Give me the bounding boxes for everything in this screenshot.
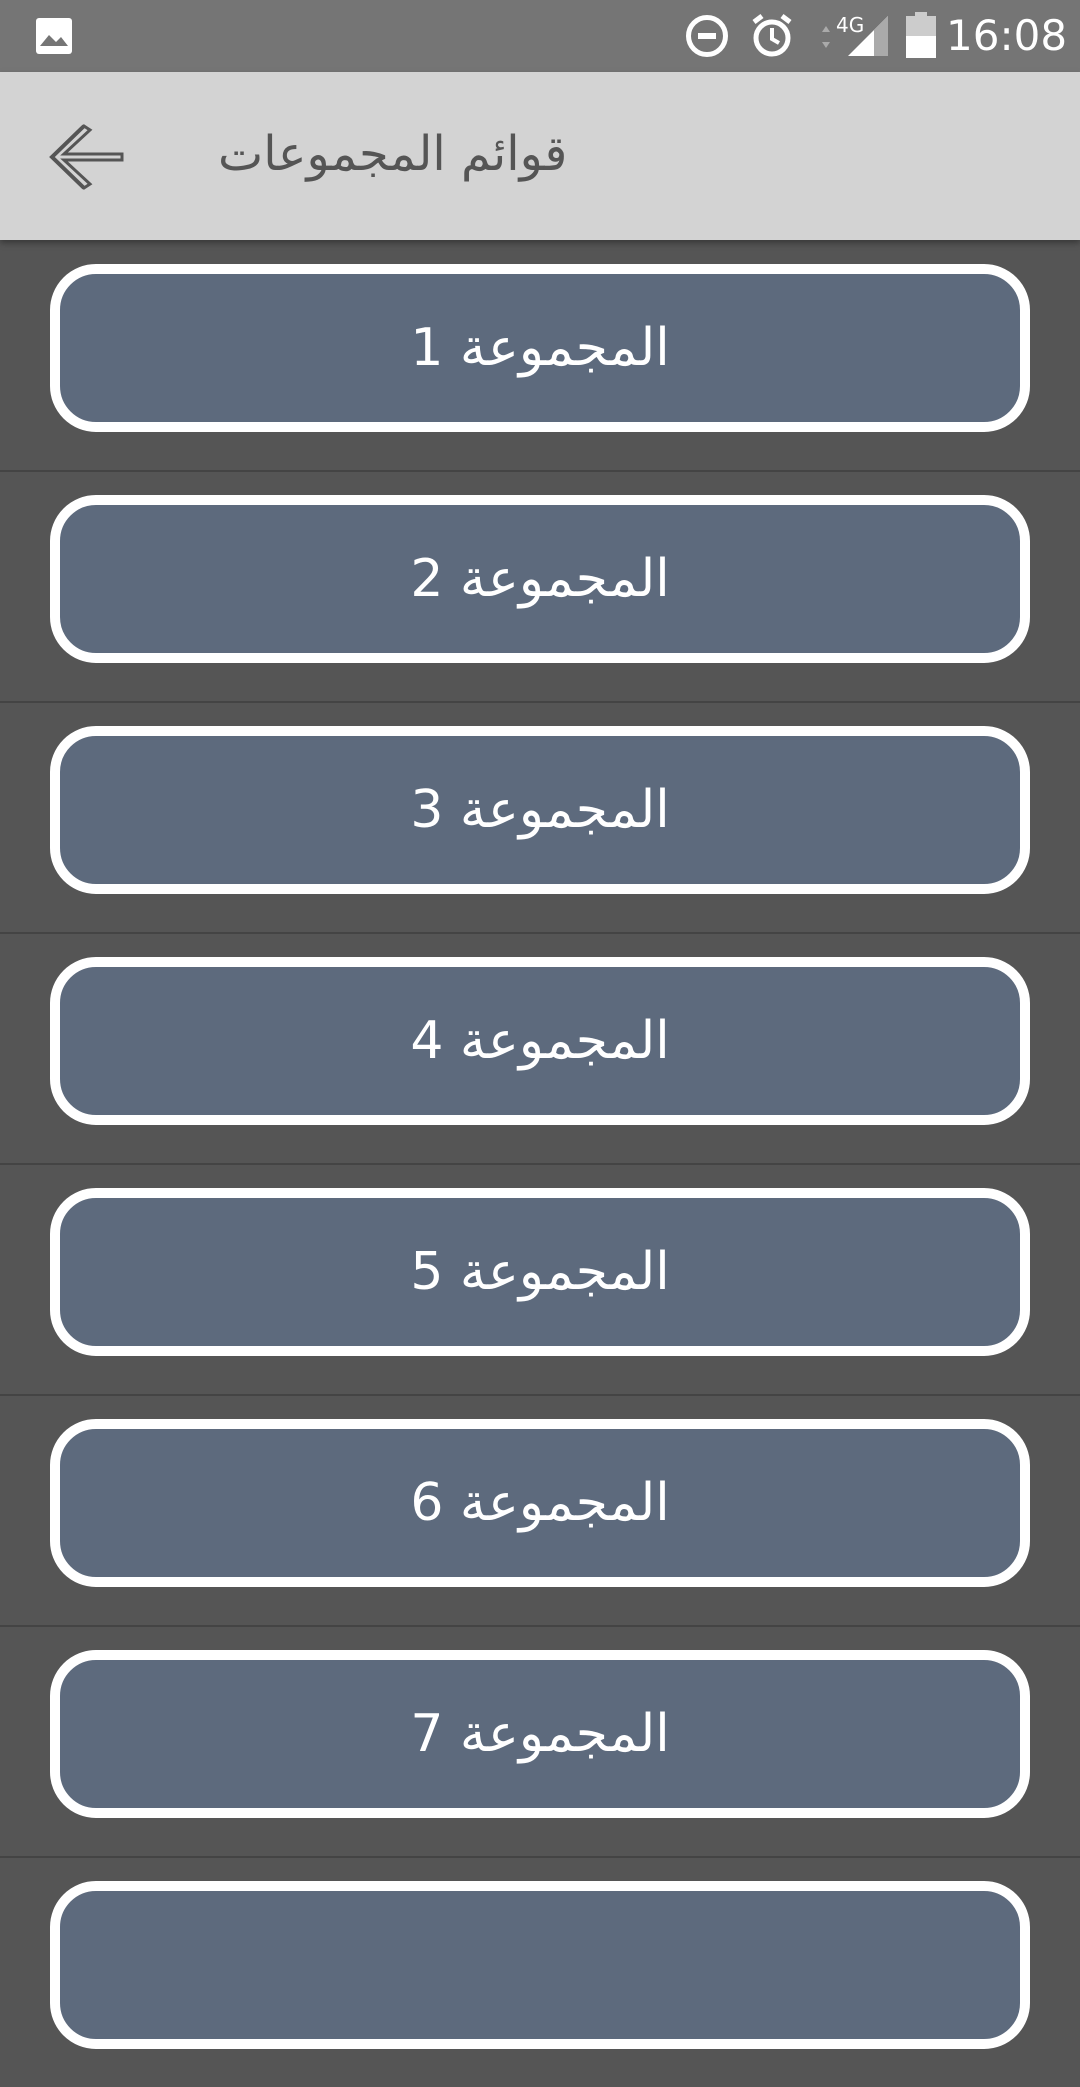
list-item: المجموعة 1	[0, 240, 1080, 472]
list-item: المجموعة 3	[0, 702, 1080, 934]
app-bar: قوائم المجموعات	[0, 72, 1080, 240]
group-5-button[interactable]: المجموعة 5	[50, 1188, 1030, 1356]
clock: 16:08	[946, 11, 1068, 60]
list-item: المجموعة 5	[0, 1164, 1080, 1396]
signal-icon: 4G	[822, 13, 888, 56]
list-item: المجموعة 7	[0, 1626, 1080, 1858]
back-button[interactable]	[40, 112, 130, 202]
do-not-disturb-icon	[686, 15, 728, 57]
group-3-button[interactable]: المجموعة 3	[50, 726, 1030, 894]
battery-icon	[906, 12, 936, 58]
list-item: المجموعة 6	[0, 1395, 1080, 1627]
group-6-button[interactable]: المجموعة 6	[50, 1419, 1030, 1587]
group-1-button[interactable]: المجموعة 1	[50, 264, 1030, 432]
list-item: المجموعة 4	[0, 933, 1080, 1165]
image-notification-icon	[36, 18, 72, 54]
arrow-back-icon	[49, 124, 124, 190]
status-bar: 4G 16:08	[0, 0, 1080, 72]
group-2-button[interactable]: المجموعة 2	[50, 495, 1030, 663]
page-title: قوائم المجموعات	[218, 126, 568, 182]
group-8-button[interactable]	[50, 1881, 1030, 2049]
list-item: المجموعة 2	[0, 471, 1080, 703]
network-type-label: 4G	[836, 13, 864, 37]
alarm-icon	[752, 14, 792, 57]
list-item	[0, 1857, 1080, 2087]
group-7-button[interactable]: المجموعة 7	[50, 1650, 1030, 1818]
group-4-button[interactable]: المجموعة 4	[50, 957, 1030, 1125]
